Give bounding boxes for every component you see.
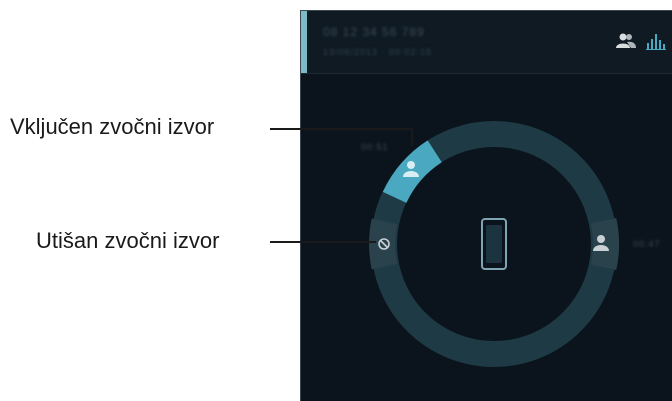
right-source-label: 00:47 — [633, 239, 661, 249]
muted-source-callout: Utišan zvočni izvor — [36, 228, 220, 253]
active-source-label: 00:51 — [361, 142, 389, 152]
phone-device-icon — [481, 218, 507, 270]
active-callout-leader-h — [270, 128, 412, 130]
active-callout-leader-v — [411, 128, 413, 146]
phone-screen: 08 12 34 56 789 13/06/2013 · 00:02:15 00… — [300, 10, 672, 401]
right-source-segment[interactable] — [590, 217, 620, 271]
active-source-callout: Vključen zvočni izvor — [10, 114, 215, 139]
sound-source-ring — [369, 121, 620, 367]
muted-callout-leader — [270, 241, 376, 243]
